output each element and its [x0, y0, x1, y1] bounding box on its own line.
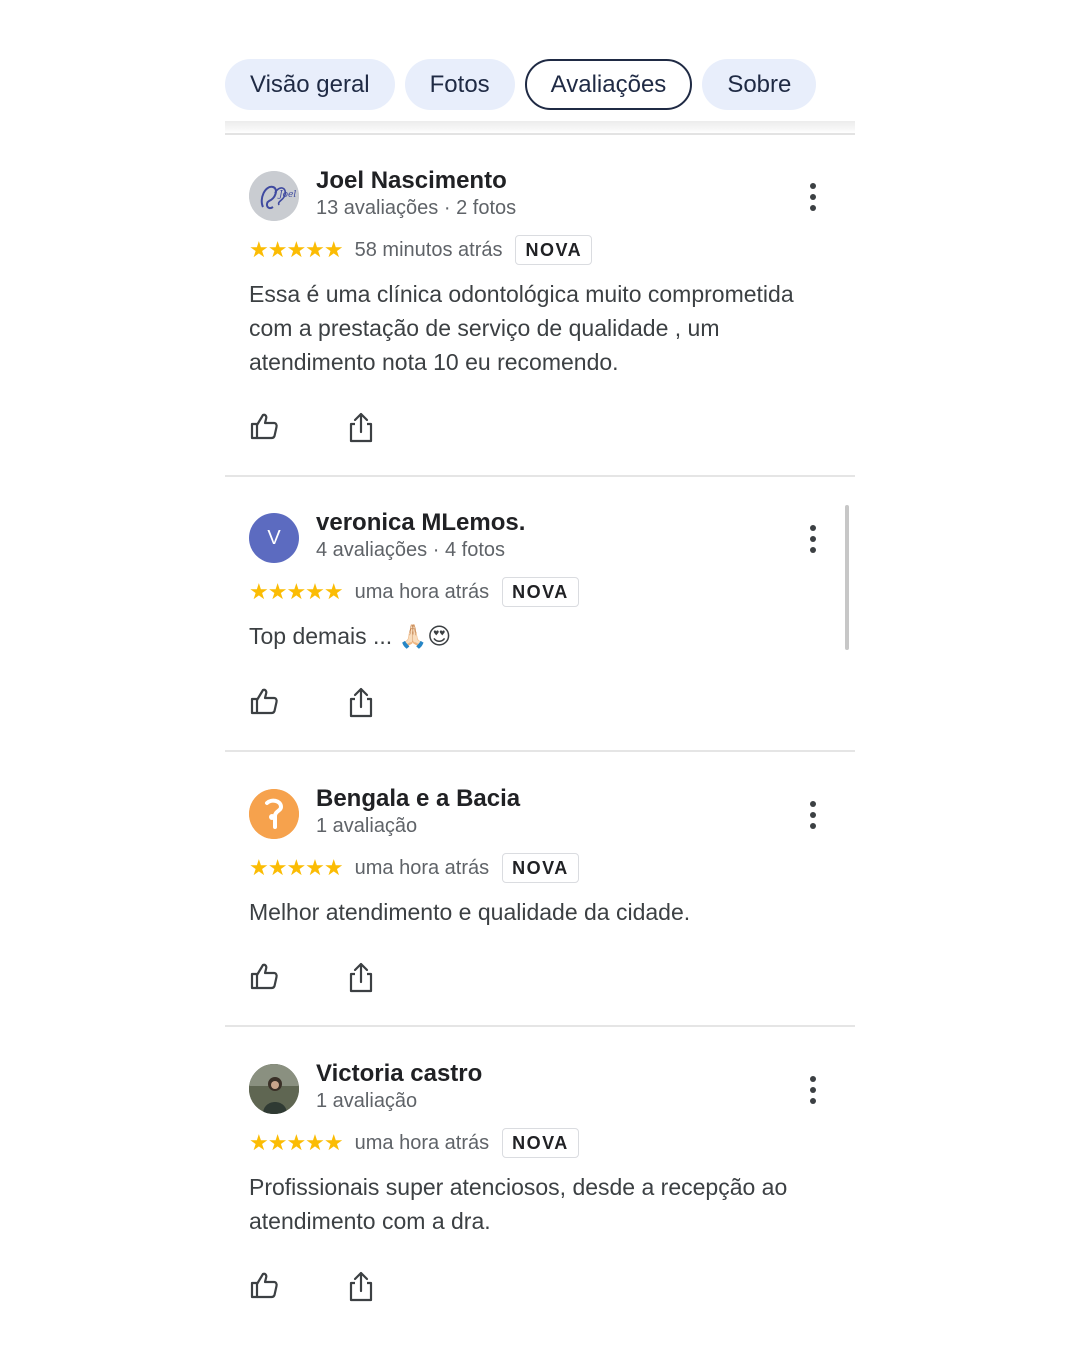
thumbs-up-icon[interactable] [249, 1270, 279, 1300]
more-options-icon[interactable] [801, 801, 825, 831]
review-actions [249, 1270, 449, 1302]
share-icon[interactable] [347, 1270, 375, 1302]
tab-overview[interactable]: Visão geral [225, 59, 395, 110]
avatar[interactable] [249, 789, 299, 839]
tab-bar-shadow [225, 121, 855, 135]
reviewer-name[interactable]: Bengala e a Bacia [316, 785, 520, 813]
reviewer-meta: 13 avaliações · 2 fotos [316, 197, 517, 219]
star-rating: ★★★★★ [249, 237, 344, 262]
reviewer-meta: 4 avaliações · 4 fotos [316, 539, 505, 561]
thumbs-up-icon[interactable] [249, 411, 279, 441]
rating-row: ★★★★★ uma hora atrás NOVA [249, 851, 579, 885]
svg-text:Joel: Joel [277, 190, 296, 200]
rating-row: ★★★★★ 58 minutos atrás NOVA [249, 233, 593, 267]
review-time: uma hora atrás [354, 856, 490, 879]
divider [225, 1025, 855, 1027]
review-time: uma hora atrás [354, 1131, 490, 1154]
more-options-icon[interactable] [801, 525, 825, 555]
avatar[interactable]: Joel [249, 171, 299, 221]
profile-photo-icon [249, 1064, 299, 1114]
review-text: Top demais ... 🙏🏻😍 [249, 623, 452, 649]
scrollbar[interactable] [845, 505, 849, 650]
review-time: 58 minutos atrás [354, 238, 503, 261]
tab-reviews[interactable]: Avaliações [524, 59, 693, 110]
new-badge: NOVA [515, 235, 593, 265]
review-text: Essa é uma clínica odontológica muito co… [249, 281, 794, 375]
bengala-logo-icon [249, 789, 299, 839]
rating-row: ★★★★★ uma hora atrás NOVA [249, 1126, 579, 1160]
review-actions [249, 411, 449, 443]
new-badge: NOVA [502, 1128, 579, 1158]
share-icon[interactable] [347, 686, 375, 718]
new-badge: NOVA [502, 577, 579, 607]
avatar-letter: V [267, 526, 281, 549]
divider [225, 475, 855, 477]
avatar[interactable] [249, 1064, 299, 1114]
star-rating: ★★★★★ [249, 855, 344, 880]
more-options-icon[interactable] [801, 183, 825, 213]
thumbs-up-icon[interactable] [249, 686, 279, 716]
tab-bar: Visão geral Fotos Avaliações Sobre [225, 59, 817, 110]
reviewer-meta: 1 avaliação [316, 815, 418, 837]
review-actions [249, 961, 449, 993]
rating-row: ★★★★★ uma hora atrás NOVA [249, 575, 579, 609]
reviewer-name[interactable]: Victoria castro [316, 1060, 482, 1088]
review-text: Profissionais super atenciosos, desde a … [249, 1174, 788, 1234]
avatar[interactable]: V [249, 513, 299, 563]
review-time: uma hora atrás [354, 580, 490, 603]
profile-photo-icon: Joel [249, 171, 299, 221]
star-rating: ★★★★★ [249, 579, 344, 604]
star-rating: ★★★★★ [249, 1130, 344, 1155]
more-options-icon[interactable] [801, 1076, 825, 1106]
tab-about[interactable]: Sobre [702, 59, 817, 110]
review-actions [249, 686, 449, 718]
share-icon[interactable] [347, 961, 375, 993]
reviewer-name[interactable]: Joel Nascimento [316, 167, 507, 195]
new-badge: NOVA [502, 853, 579, 883]
review-text: Melhor atendimento e qualidade da cidade… [249, 899, 691, 925]
thumbs-up-icon[interactable] [249, 961, 279, 991]
divider [225, 750, 855, 752]
reviewer-name[interactable]: veronica MLemos. [316, 509, 525, 537]
tab-photos[interactable]: Fotos [404, 59, 515, 110]
share-icon[interactable] [347, 411, 375, 443]
reviewer-meta: 1 avaliação [316, 1090, 418, 1112]
